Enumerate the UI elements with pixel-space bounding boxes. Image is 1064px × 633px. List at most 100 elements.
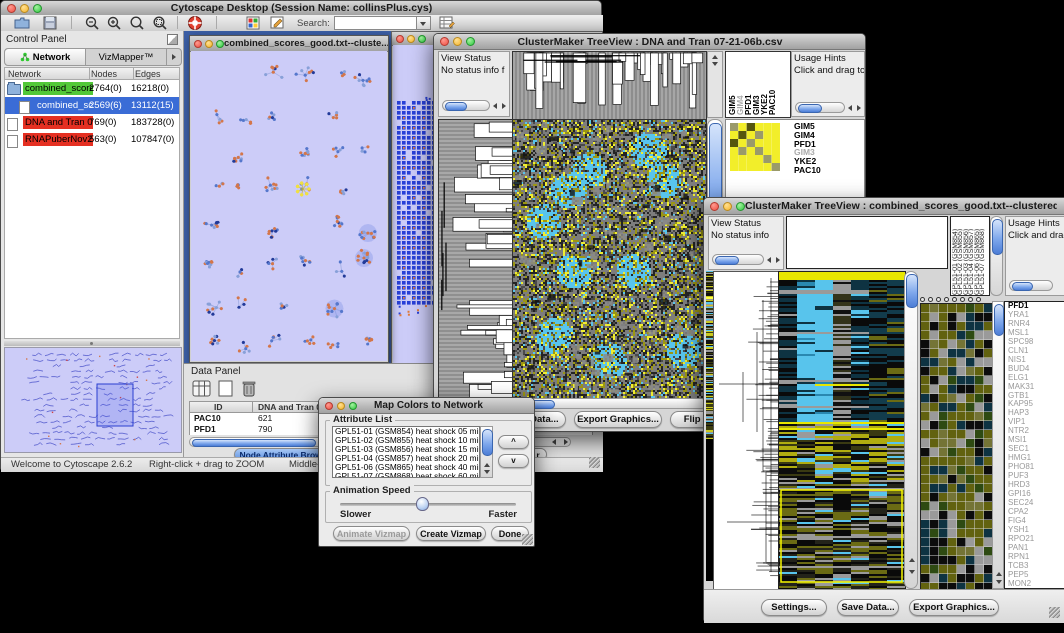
tv2-export-graphics-button[interactable]: Export Graphics... — [909, 599, 999, 616]
tv1-status-hscrollbar[interactable] — [442, 100, 490, 111]
open-file-icon[interactable] — [14, 16, 30, 30]
col-edges[interactable]: Edges — [135, 69, 161, 79]
tv2-heatmap-vscrollbar[interactable] — [904, 271, 918, 589]
col-nodes[interactable]: Nodes — [91, 69, 117, 79]
speed-slider-thumb[interactable] — [416, 497, 429, 511]
tv1-usage-hscrollbar[interactable] — [795, 102, 845, 113]
close-button[interactable] — [440, 37, 449, 46]
help-lifering-icon[interactable] — [187, 15, 203, 31]
search-input[interactable] — [334, 16, 418, 30]
delete-trash-icon[interactable] — [240, 378, 258, 398]
tv2-resize-grip[interactable] — [1049, 607, 1060, 618]
tv2-titlebar[interactable]: ClusterMaker TreeView : combined_scores_… — [704, 198, 1064, 215]
network-list-item[interactable]: combined_scores2764(0)16218(0) — [5, 80, 179, 97]
attribute-list[interactable]: GPL51-01 (GSM854) heat shock 05 minGPL51… — [332, 426, 480, 478]
tv2-status-hscrollbar[interactable] — [712, 254, 764, 265]
minimize-button[interactable] — [205, 40, 213, 48]
network-view-canvas[interactable] — [191, 51, 387, 361]
scroll-down-icon[interactable] — [996, 580, 1002, 584]
network-list-item[interactable]: RNAPuberNov2+563(0)107847(0) — [5, 131, 179, 148]
tv2-column-label[interactable]: GPL51-04 (GSM857) — [968, 217, 973, 295]
zoom-fit-icon[interactable] — [129, 16, 146, 30]
zoom-button[interactable] — [33, 4, 42, 13]
tv2-heatmap-canvas[interactable] — [778, 271, 906, 591]
zoom-button[interactable] — [349, 402, 357, 410]
tv2-collabel-vscrollbar[interactable] — [990, 216, 1003, 296]
tv2-column-dendrogram-area[interactable] — [786, 216, 948, 269]
gene-list-item[interactable]: MON2 — [1008, 580, 1064, 589]
network-list-item[interactable]: DNA and Tran 07769(0)183728(0) — [5, 114, 179, 131]
network-overview-canvas[interactable] — [4, 347, 182, 453]
tab-vizmapper[interactable]: VizMapper™ — [86, 49, 166, 65]
select-attributes-icon[interactable] — [192, 379, 212, 398]
close-button[interactable] — [325, 402, 333, 410]
tv1-column-label[interactable]: PFD1 — [744, 52, 752, 115]
main-titlebar[interactable]: Cytoscape Desktop (Session Name: collins… — [1, 1, 601, 16]
zoom-button[interactable] — [736, 202, 745, 211]
animate-vizmap-button[interactable]: Animate Vizmap — [333, 526, 410, 541]
float-panel-icon[interactable] — [167, 34, 178, 45]
tv2-genelist-scrollbar[interactable] — [992, 301, 1004, 589]
overview-divider[interactable] — [4, 341, 180, 346]
tv2-settings-button[interactable]: Settings... — [761, 599, 827, 616]
new-table-icon[interactable] — [217, 379, 235, 398]
network-list-item[interactable]: combined_sco2569(6)13112(15) — [5, 97, 179, 114]
zoom-selected-icon[interactable] — [152, 16, 169, 30]
minimize-button[interactable] — [337, 402, 345, 410]
vizmapper-icon[interactable] — [246, 16, 261, 30]
tv1-column-label[interactable]: GIM3 — [752, 52, 760, 115]
zoom-in-icon[interactable] — [107, 16, 123, 30]
tv2-zoomed-heatmap-canvas[interactable] — [920, 303, 994, 591]
tv2-usage-hscrollbar[interactable] — [1009, 280, 1053, 291]
tv1-col-scroll-strip[interactable] — [707, 51, 723, 118]
tv1-titlebar[interactable]: ClusterMaker TreeView : DNA and Tran 07-… — [434, 34, 865, 50]
close-button[interactable] — [710, 202, 719, 211]
tv2-global-overview-canvas[interactable] — [706, 271, 713, 581]
scroll-up-icon[interactable] — [909, 558, 915, 562]
attribute-browser-icon[interactable] — [439, 16, 456, 30]
tv1-column-label[interactable]: GIM4 — [736, 52, 744, 115]
save-icon[interactable] — [43, 16, 58, 30]
scroll-right-icon[interactable] — [776, 257, 780, 263]
scroll-left-icon[interactable] — [848, 105, 852, 111]
scroll-left-icon[interactable] — [767, 257, 771, 263]
tv1-column-label[interactable]: GIM5 — [728, 52, 736, 115]
col-id[interactable]: ID — [214, 402, 223, 412]
tv2-gene-list[interactable]: PFD1YRA1RNR4MSL1SPC98CLN1NIS1BUD4ELG1MAK… — [1004, 301, 1064, 589]
tv2-row-dendrogram-canvas[interactable] — [713, 271, 780, 591]
scroll-right-icon[interactable] — [857, 105, 861, 111]
tv1-zoomed-matrix-canvas[interactable] — [730, 123, 780, 171]
minimize-button[interactable] — [20, 4, 29, 13]
minimize-button[interactable] — [723, 202, 732, 211]
attribute-list-item[interactable]: GPL51-07 (GSM868) heat shock 60 min — [333, 472, 479, 478]
annotation-icon[interactable] — [270, 16, 286, 30]
create-vizmap-button[interactable]: Create Vizmap — [416, 526, 486, 541]
scroll-down-icon[interactable] — [909, 570, 915, 574]
tv1-row-label[interactable]: PAC10 — [794, 166, 821, 175]
dialog-resize-grip[interactable] — [522, 534, 533, 545]
tv1-column-label[interactable]: PAC10 — [768, 52, 776, 115]
minimize-button[interactable] — [453, 37, 462, 46]
col-network[interactable]: Network — [8, 69, 41, 79]
close-button[interactable] — [194, 40, 202, 48]
tv1-column-dendrogram-canvas[interactable] — [512, 51, 707, 120]
network-view-frame-1[interactable]: combined_scores_good.txt--cluste... — [189, 35, 389, 363]
close-button[interactable] — [7, 4, 16, 13]
scroll-right-icon[interactable] — [502, 103, 506, 109]
tv1-export-graphics-button[interactable]: Export Graphics... — [574, 411, 662, 428]
scroll-left-icon[interactable] — [552, 439, 556, 445]
zoom-out-icon[interactable] — [85, 16, 101, 30]
scroll-right-icon[interactable] — [564, 439, 568, 445]
zoom-button[interactable] — [418, 35, 426, 43]
zoom-button[interactable] — [466, 37, 475, 46]
search-dropdown-button[interactable] — [416, 16, 431, 30]
scroll-left-icon[interactable] — [493, 103, 497, 109]
scroll-up-icon[interactable] — [996, 572, 1002, 576]
close-button[interactable] — [396, 35, 404, 43]
tv2-save-data-button[interactable]: Save Data... — [837, 599, 899, 616]
move-attribute-up-button[interactable]: ^ — [498, 435, 529, 449]
zoom-button[interactable] — [216, 40, 224, 48]
resize-grip[interactable] — [589, 457, 600, 468]
scroll-down-icon[interactable] — [484, 470, 490, 474]
tab-overflow-button[interactable] — [166, 49, 181, 65]
